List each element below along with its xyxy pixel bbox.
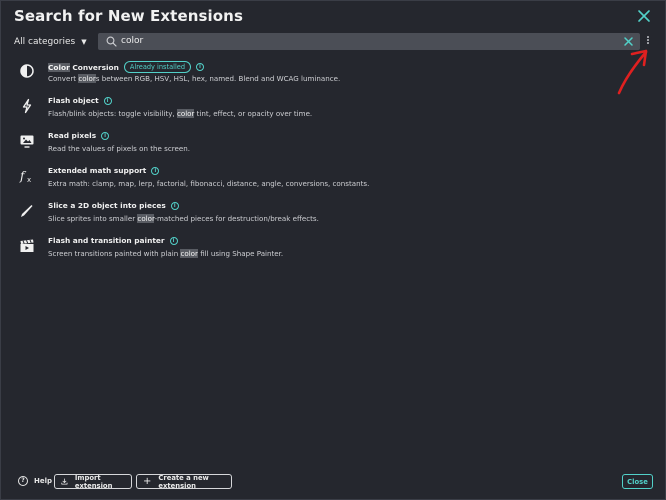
- extension-name-text: Extended math support: [48, 166, 147, 175]
- import-extension-label: Import extension: [74, 473, 113, 490]
- svg-text:f: f: [19, 169, 27, 183]
- function-icon: fx: [19, 168, 35, 184]
- search-box[interactable]: color: [98, 33, 640, 50]
- extension-name: Read pixels i: [48, 131, 110, 140]
- help-icon: ?: [18, 476, 28, 486]
- extension-name: Flash object i: [48, 96, 112, 105]
- search-icon: [106, 36, 117, 47]
- extension-description-text: fill using Shape Painter.: [197, 249, 284, 258]
- extension-item[interactable]: Flash object i Flash/blink objects: toggle…: [1, 93, 641, 128]
- info-icon[interactable]: i: [169, 236, 178, 245]
- info-icon[interactable]: i: [196, 63, 205, 71]
- close-button[interactable]: Close: [622, 474, 653, 489]
- help-button[interactable]: ? Help: [18, 476, 52, 486]
- extension-description-text: s between RGB, HSV, HSL, hex, named. Ble…: [95, 74, 341, 83]
- extension-description-text: tint, effect, or opacity over time.: [194, 109, 313, 118]
- svg-text:x: x: [27, 176, 31, 184]
- category-select[interactable]: All categories ▼: [14, 34, 91, 50]
- import-extension-button[interactable]: Import extension: [54, 473, 132, 490]
- download-icon: [61, 478, 68, 485]
- extension-name: Color Conversion Already installed i: [48, 61, 205, 73]
- extension-item[interactable]: Read pixels i Read the values of pixels on…: [1, 128, 641, 163]
- create-extension-button[interactable]: + Create a new extension: [136, 473, 232, 490]
- screen-pixels-icon: [19, 133, 35, 149]
- close-button-label: Close: [627, 477, 648, 486]
- extension-description-text: Convert: [48, 74, 79, 83]
- extension-description-text: -matched pieces for destruction/break ef…: [154, 214, 319, 223]
- extension-name-text: Flash object: [48, 96, 99, 105]
- info-icon[interactable]: i: [101, 131, 110, 140]
- more-options-icon[interactable]: [646, 36, 650, 48]
- chevron-down-icon: ▼: [81, 38, 87, 46]
- extension-item[interactable]: f x Extended math support i Extra math: clam…: [1, 163, 641, 198]
- category-select-value: All categories: [14, 37, 76, 47]
- lightning-icon: [19, 98, 35, 114]
- clapperboard-icon: [19, 238, 35, 254]
- installed-badge: Already installed: [123, 61, 192, 73]
- extension-search-dialog: Search for New Extensions All categories…: [0, 0, 666, 500]
- create-extension-label: Create a new extension: [158, 473, 209, 490]
- extension-description-text: Read the values of pixels on the screen.: [48, 144, 190, 153]
- search-match-highlight: color: [176, 109, 195, 118]
- extension-description-text: Flash/blink objects: toggle visibility,: [48, 109, 177, 118]
- help-label: Help: [34, 477, 53, 485]
- extension-item[interactable]: Flash and transition painter i Screen tran…: [1, 233, 641, 268]
- extension-description: Slice sprites into smaller color-matched…: [48, 214, 319, 223]
- blade-icon: [19, 203, 35, 219]
- extension-name-text: Conversion: [69, 62, 119, 72]
- extension-description: Screen transitions painted with plain co…: [48, 249, 283, 258]
- close-icon[interactable]: [637, 9, 651, 23]
- extension-description-text: Screen transitions painted with plain: [48, 249, 181, 258]
- search-match-highlight: color: [78, 74, 96, 83]
- contrast-icon: [19, 63, 35, 79]
- extension-description: Flash/blink objects: toggle visibility, …: [48, 109, 312, 118]
- plus-icon: +: [143, 476, 152, 487]
- extension-list: Color Conversion Already installed i Conver…: [1, 58, 641, 268]
- clear-search-icon[interactable]: [623, 36, 634, 47]
- extension-item[interactable]: Slice a 2D object into pieces i Slice spri…: [1, 198, 641, 233]
- extension-description: Read the values of pixels on the screen.: [48, 144, 190, 153]
- info-icon[interactable]: i: [151, 166, 160, 175]
- extension-name-text: Read pixels: [48, 131, 97, 140]
- search-input[interactable]: color: [121, 36, 143, 46]
- search-match-highlight: color: [180, 249, 198, 258]
- extension-name: Slice a 2D object into pieces i: [48, 201, 179, 210]
- search-match-highlight: Color: [48, 62, 70, 72]
- extension-description: Extra math: clamp, map, lerp, factorial,…: [48, 179, 369, 188]
- extension-name: Extended math support i: [48, 166, 160, 175]
- extension-item[interactable]: Color Conversion Already installed i Conver…: [1, 58, 641, 93]
- search-match-highlight: color: [137, 214, 155, 223]
- extension-name: Flash and transition painter i: [48, 236, 178, 245]
- dialog-footer: ? Help Import extension + Create a new e…: [1, 473, 666, 493]
- extension-description: Convert colors between RGB, HSV, HSL, he…: [48, 74, 340, 83]
- extension-description-text: Slice sprites into smaller: [48, 214, 138, 223]
- dialog-title: Search for New Extensions: [14, 7, 243, 25]
- info-icon[interactable]: i: [103, 96, 112, 105]
- extension-name-text: Flash and transition painter: [48, 236, 165, 245]
- info-icon[interactable]: i: [170, 201, 179, 210]
- extension-name-text: Slice a 2D object into pieces: [48, 201, 166, 210]
- extension-description-text: Extra math: clamp, map, lerp, factorial,…: [48, 179, 370, 188]
